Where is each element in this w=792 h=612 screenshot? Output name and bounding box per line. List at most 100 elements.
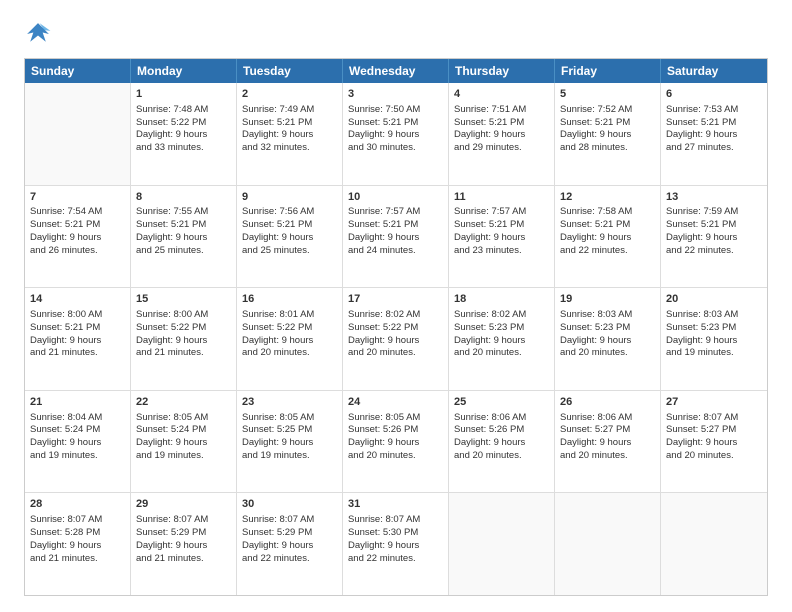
day-info-line: Daylight: 9 hours xyxy=(560,335,655,348)
cal-cell: 4Sunrise: 7:51 AMSunset: 5:21 PMDaylight… xyxy=(449,83,555,185)
cal-cell xyxy=(449,493,555,595)
day-info-line: Sunset: 5:30 PM xyxy=(348,527,443,540)
day-info-line: and 24 minutes. xyxy=(348,245,443,258)
day-info-line: Sunset: 5:26 PM xyxy=(348,424,443,437)
day-number: 7 xyxy=(30,190,125,205)
day-info-line: Sunset: 5:21 PM xyxy=(666,219,762,232)
cal-cell: 14Sunrise: 8:00 AMSunset: 5:21 PMDayligh… xyxy=(25,288,131,390)
day-info-line: Sunset: 5:21 PM xyxy=(560,219,655,232)
cal-cell xyxy=(661,493,767,595)
day-number: 31 xyxy=(348,497,443,512)
day-info-line: Sunrise: 8:06 AM xyxy=(454,412,549,425)
day-info-line: Sunset: 5:23 PM xyxy=(454,322,549,335)
day-info-line: and 22 minutes. xyxy=(666,245,762,258)
day-info-line: and 29 minutes. xyxy=(454,142,549,155)
day-info-line: Daylight: 9 hours xyxy=(560,437,655,450)
day-info-line: Sunrise: 8:04 AM xyxy=(30,412,125,425)
day-info-line: Sunrise: 7:50 AM xyxy=(348,104,443,117)
calendar: SundayMondayTuesdayWednesdayThursdayFrid… xyxy=(24,58,768,596)
day-info-line: and 25 minutes. xyxy=(136,245,231,258)
calendar-header: SundayMondayTuesdayWednesdayThursdayFrid… xyxy=(25,59,767,83)
day-info-line: Sunset: 5:21 PM xyxy=(136,219,231,232)
day-info-line: and 30 minutes. xyxy=(348,142,443,155)
day-info-line: Daylight: 9 hours xyxy=(136,129,231,142)
day-info-line: and 20 minutes. xyxy=(348,347,443,360)
day-info-line: and 33 minutes. xyxy=(136,142,231,155)
day-number: 19 xyxy=(560,292,655,307)
day-number: 13 xyxy=(666,190,762,205)
day-info-line: Sunset: 5:26 PM xyxy=(454,424,549,437)
cal-cell: 12Sunrise: 7:58 AMSunset: 5:21 PMDayligh… xyxy=(555,186,661,288)
week-row-1: 1Sunrise: 7:48 AMSunset: 5:22 PMDaylight… xyxy=(25,83,767,186)
day-info-line: and 23 minutes. xyxy=(454,245,549,258)
day-info-line: Daylight: 9 hours xyxy=(666,437,762,450)
day-info-line: Sunset: 5:21 PM xyxy=(666,117,762,130)
cal-cell: 3Sunrise: 7:50 AMSunset: 5:21 PMDaylight… xyxy=(343,83,449,185)
day-info-line: and 21 minutes. xyxy=(136,553,231,566)
day-info-line: and 20 minutes. xyxy=(560,347,655,360)
day-info-line: Sunrise: 8:02 AM xyxy=(348,309,443,322)
day-info-line: Sunset: 5:22 PM xyxy=(242,322,337,335)
day-number: 27 xyxy=(666,395,762,410)
day-info-line: and 32 minutes. xyxy=(242,142,337,155)
cal-cell: 11Sunrise: 7:57 AMSunset: 5:21 PMDayligh… xyxy=(449,186,555,288)
cal-cell: 28Sunrise: 8:07 AMSunset: 5:28 PMDayligh… xyxy=(25,493,131,595)
cal-cell: 19Sunrise: 8:03 AMSunset: 5:23 PMDayligh… xyxy=(555,288,661,390)
day-info-line: Sunrise: 8:07 AM xyxy=(666,412,762,425)
day-info-line: Sunrise: 7:48 AM xyxy=(136,104,231,117)
day-info-line: and 22 minutes. xyxy=(242,553,337,566)
day-info-line: Daylight: 9 hours xyxy=(242,335,337,348)
day-info-line: and 27 minutes. xyxy=(666,142,762,155)
day-info-line: Daylight: 9 hours xyxy=(136,540,231,553)
day-info-line: Sunrise: 8:05 AM xyxy=(136,412,231,425)
day-info-line: Sunset: 5:22 PM xyxy=(136,117,231,130)
day-info-line: and 19 minutes. xyxy=(666,347,762,360)
day-info-line: Sunrise: 8:05 AM xyxy=(242,412,337,425)
day-number: 29 xyxy=(136,497,231,512)
cal-cell: 2Sunrise: 7:49 AMSunset: 5:21 PMDaylight… xyxy=(237,83,343,185)
day-info-line: Sunset: 5:21 PM xyxy=(348,219,443,232)
day-info-line: and 19 minutes. xyxy=(30,450,125,463)
day-info-line: Sunrise: 7:56 AM xyxy=(242,206,337,219)
day-info-line: and 21 minutes. xyxy=(30,553,125,566)
cal-cell: 29Sunrise: 8:07 AMSunset: 5:29 PMDayligh… xyxy=(131,493,237,595)
day-number: 11 xyxy=(454,190,549,205)
cal-cell: 17Sunrise: 8:02 AMSunset: 5:22 PMDayligh… xyxy=(343,288,449,390)
day-info-line: Sunset: 5:23 PM xyxy=(666,322,762,335)
day-info-line: Daylight: 9 hours xyxy=(348,540,443,553)
day-info-line: Sunset: 5:21 PM xyxy=(242,117,337,130)
day-number: 15 xyxy=(136,292,231,307)
day-info-line: Daylight: 9 hours xyxy=(242,232,337,245)
week-row-5: 28Sunrise: 8:07 AMSunset: 5:28 PMDayligh… xyxy=(25,493,767,595)
day-info-line: and 19 minutes. xyxy=(242,450,337,463)
day-info-line: Daylight: 9 hours xyxy=(560,129,655,142)
header-day-sunday: Sunday xyxy=(25,59,131,83)
day-info-line: and 28 minutes. xyxy=(560,142,655,155)
header-day-tuesday: Tuesday xyxy=(237,59,343,83)
cal-cell: 20Sunrise: 8:03 AMSunset: 5:23 PMDayligh… xyxy=(661,288,767,390)
day-info-line: Daylight: 9 hours xyxy=(242,437,337,450)
day-number: 12 xyxy=(560,190,655,205)
day-info-line: and 20 minutes. xyxy=(666,450,762,463)
day-info-line: Sunset: 5:28 PM xyxy=(30,527,125,540)
day-number: 2 xyxy=(242,87,337,102)
day-number: 24 xyxy=(348,395,443,410)
day-info-line: Daylight: 9 hours xyxy=(666,335,762,348)
day-info-line: Daylight: 9 hours xyxy=(348,129,443,142)
day-info-line: Sunrise: 7:57 AM xyxy=(348,206,443,219)
day-number: 14 xyxy=(30,292,125,307)
cal-cell: 21Sunrise: 8:04 AMSunset: 5:24 PMDayligh… xyxy=(25,391,131,493)
day-info-line: Sunrise: 7:55 AM xyxy=(136,206,231,219)
day-info-line: Sunset: 5:25 PM xyxy=(242,424,337,437)
cal-cell xyxy=(555,493,661,595)
day-info-line: Sunrise: 8:01 AM xyxy=(242,309,337,322)
logo xyxy=(24,20,56,48)
day-number: 21 xyxy=(30,395,125,410)
day-number: 9 xyxy=(242,190,337,205)
day-info-line: Sunrise: 8:07 AM xyxy=(242,514,337,527)
day-info-line: Sunrise: 7:58 AM xyxy=(560,206,655,219)
cal-cell: 5Sunrise: 7:52 AMSunset: 5:21 PMDaylight… xyxy=(555,83,661,185)
day-info-line: Sunset: 5:27 PM xyxy=(560,424,655,437)
day-info-line: Sunset: 5:21 PM xyxy=(242,219,337,232)
day-info-line: Daylight: 9 hours xyxy=(136,335,231,348)
